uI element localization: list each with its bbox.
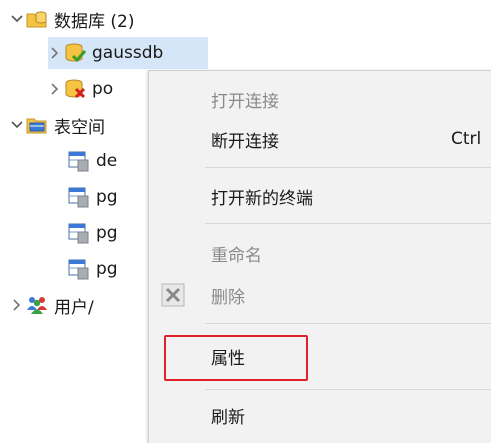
tree-node-users[interactable]: 用户/ — [8, 288, 94, 322]
tablespace-icon — [68, 186, 90, 208]
tree-label: 数据库 (2) — [54, 11, 135, 32]
tree-label: pg — [96, 187, 118, 207]
menu-separator — [205, 323, 491, 324]
menu-item-refresh[interactable]: 刷新 — [149, 395, 491, 435]
users-icon — [26, 294, 48, 316]
chevron-right-icon[interactable] — [46, 44, 64, 62]
tree-node-tablespace[interactable]: pg — [68, 252, 118, 286]
menu-item-label: 重命名 — [211, 245, 262, 266]
menu-separator — [205, 167, 491, 168]
menu-item-label: 断开连接 — [211, 131, 279, 152]
database-folder-icon — [26, 8, 48, 30]
menu-item-shortcut: Ctrl — [451, 129, 482, 149]
menu-item-label: 刷新 — [211, 407, 245, 428]
menu-item-rename[interactable]: 重命名 — [149, 233, 491, 273]
tree-node-database-po[interactable]: po — [46, 72, 113, 106]
tree-node-database-gaussdb[interactable]: gaussdb — [47, 36, 209, 70]
menu-item-open-connection[interactable]: 打开连接 — [149, 79, 491, 119]
chevron-right-icon[interactable] — [46, 80, 64, 98]
tree-node-tablespace[interactable]: pg — [68, 216, 118, 250]
tablespace-icon — [68, 258, 90, 280]
menu-item-label: 删除 — [211, 287, 245, 308]
menu-item-label: 打开新的终端 — [211, 188, 313, 209]
properties-highlight-box — [164, 335, 308, 381]
tree-node-tablespace[interactable]: de — [68, 144, 117, 178]
database-error-icon — [64, 78, 86, 100]
database-connected-icon — [64, 42, 86, 64]
tablespace-folder-icon — [26, 114, 48, 136]
delete-icon — [161, 283, 185, 307]
chevron-down-icon[interactable] — [8, 116, 26, 134]
chevron-right-icon[interactable] — [8, 296, 26, 314]
menu-item-disconnect[interactable]: 断开连接 Ctrl — [149, 119, 491, 159]
menu-item-delete[interactable]: 删除 — [149, 275, 491, 315]
menu-separator — [205, 223, 491, 224]
context-menu: 打开连接 断开连接 Ctrl 打开新的终端 重命名 删除 属性 刷新 — [148, 70, 491, 443]
tree-label: pg — [96, 223, 118, 243]
tree-label: 用户/ — [54, 297, 94, 318]
tablespace-icon — [68, 150, 90, 172]
tree-node-tablespaces[interactable]: 表空间 — [8, 108, 105, 142]
menu-separator — [205, 389, 491, 390]
menu-item-open-new-terminal[interactable]: 打开新的终端 — [149, 176, 491, 216]
chevron-down-icon[interactable] — [8, 10, 26, 28]
tree-label: po — [92, 79, 114, 99]
tree-label: 表空间 — [54, 117, 105, 138]
tree-node-databases[interactable]: 数据库 (2) — [8, 2, 134, 36]
tree-label: pg — [96, 259, 118, 279]
menu-item-label: 打开连接 — [211, 91, 279, 112]
tablespace-icon — [68, 222, 90, 244]
tree-node-tablespace[interactable]: pg — [68, 180, 118, 214]
tree-label: de — [96, 151, 118, 171]
tree-label: gaussdb — [92, 43, 164, 63]
